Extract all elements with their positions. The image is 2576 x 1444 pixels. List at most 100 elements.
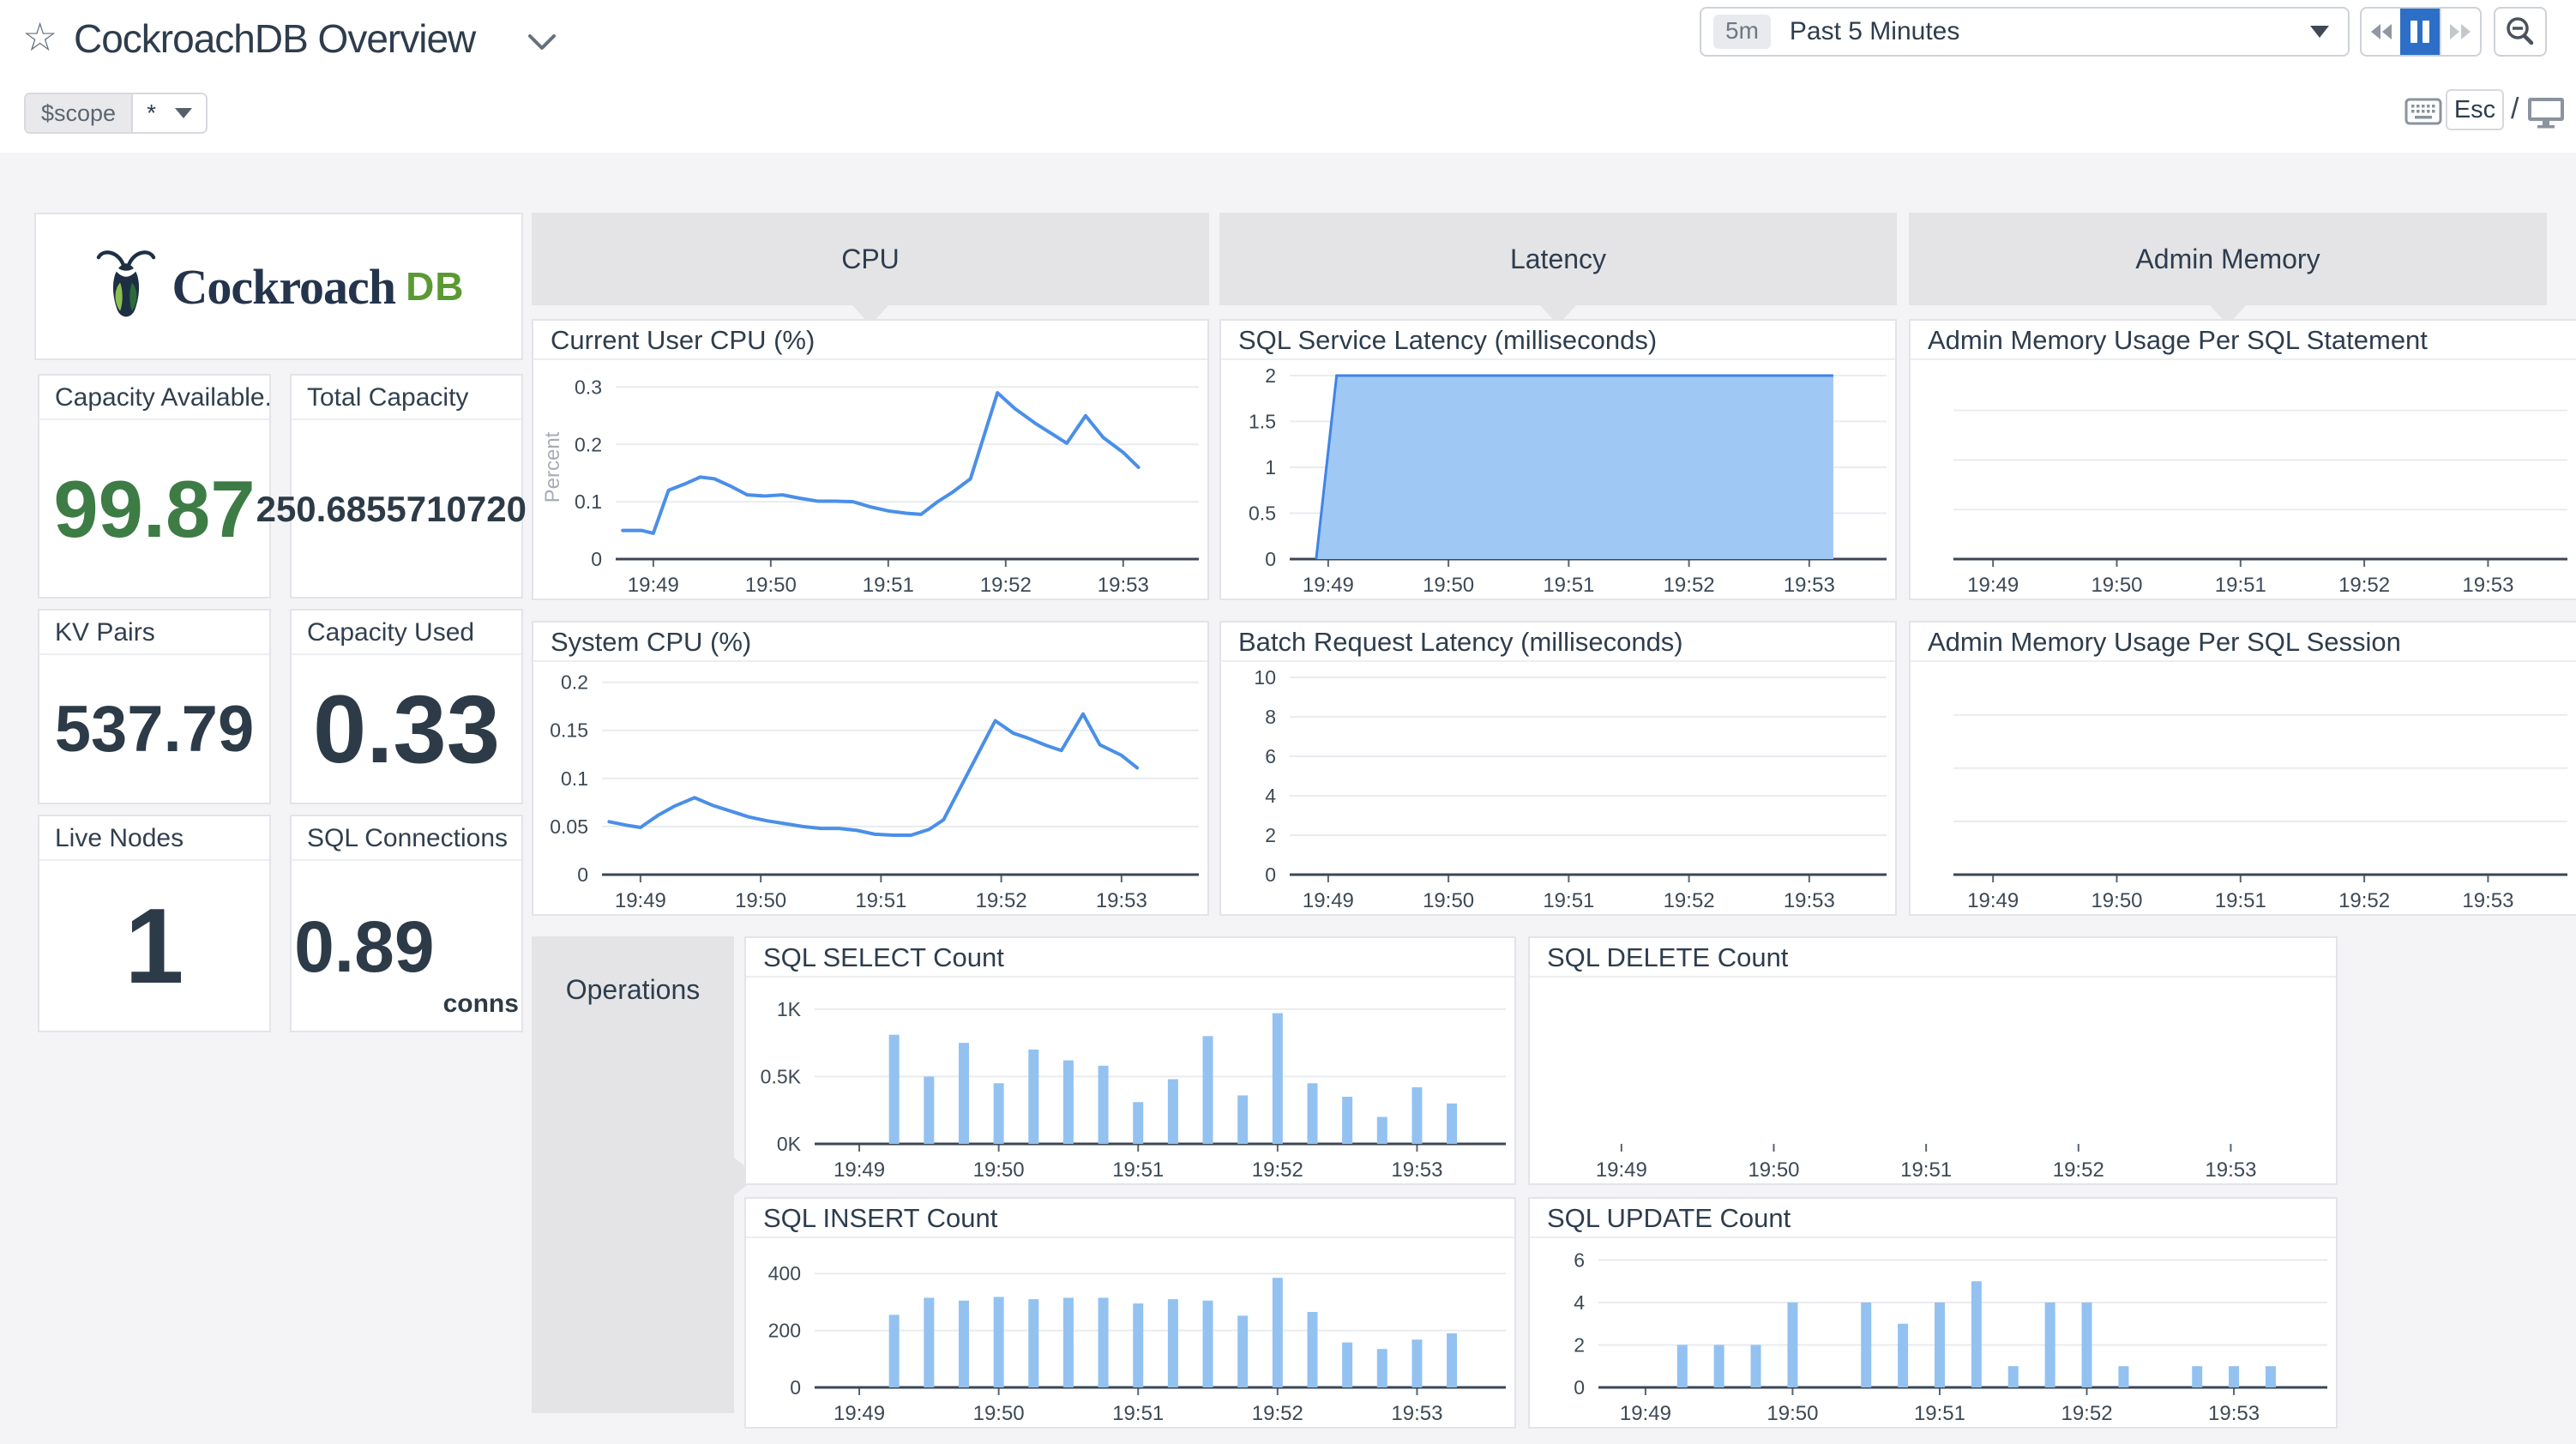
stat-value: 0.33 (313, 676, 500, 783)
svg-text:19:53: 19:53 (2205, 1158, 2256, 1182)
svg-text:0.1: 0.1 (561, 767, 588, 790)
group-header-operations[interactable]: Operations (532, 936, 734, 1413)
svg-text:19:52: 19:52 (1664, 889, 1715, 912)
chart-batch-request-latency[interactable]: Batch Request Latency (milliseconds) 0 2 4… (1219, 621, 1897, 916)
svg-text:19:49: 19:49 (1620, 1402, 1671, 1425)
group-header-admin-memory[interactable]: Admin Memory (1909, 213, 2547, 305)
chart-title: SQL DELETE Count (1530, 938, 2336, 978)
stat-capacity-used[interactable]: Capacity Used 0.33 (290, 609, 523, 804)
chart-plot: 0 2 4 6 19:49 19:50 19:51 19:52 19:53 (1530, 1240, 2336, 1427)
stat-kv-pairs[interactable]: KV Pairs 537.79 (38, 609, 271, 804)
svg-text:0.2: 0.2 (561, 671, 588, 694)
chart-sql-service-latency[interactable]: SQL Service Latency (milliseconds) 0 0.5 1… (1219, 319, 1897, 600)
chart-plot: 0 0.1 0.2 0.3 19:49 19:50 19:51 19:52 19:53 Perce… (533, 362, 1207, 599)
svg-text:19:52: 19:52 (976, 889, 1027, 912)
svg-text:19:49: 19:49 (1596, 1158, 1647, 1182)
svg-text:6: 6 (1574, 1248, 1585, 1271)
svg-text:19:51: 19:51 (855, 889, 906, 912)
svg-text:19:49: 19:49 (1303, 574, 1354, 597)
scope-template-variable[interactable]: $scope * (24, 93, 208, 134)
svg-text:19:53: 19:53 (1391, 1158, 1442, 1182)
scope-label: $scope (26, 94, 132, 132)
time-range-picker[interactable]: 5m Past 5 Minutes (1700, 7, 2350, 57)
favorite-star-icon[interactable]: ☆ (22, 14, 57, 60)
svg-text:0.5K: 0.5K (761, 1065, 802, 1087)
logo-brand-text: Cockroach (172, 258, 396, 315)
keyboard-shortcuts-icon[interactable] (2404, 98, 2442, 125)
title-chevron-down-icon[interactable] (525, 31, 559, 53)
svg-text:4: 4 (1265, 785, 1276, 807)
playback-controls (2360, 7, 2482, 57)
group-header-latency[interactable]: Latency (1219, 213, 1897, 305)
svg-text:0.15: 0.15 (550, 719, 588, 742)
dashboard: ☆ CockroachDB Overview 5m Past 5 Minutes (0, 0, 2576, 1444)
svg-text:19:49: 19:49 (1967, 574, 2019, 597)
chart-title: Current User CPU (%) (533, 321, 1207, 360)
stat-live-nodes[interactable]: Live Nodes 1 (38, 815, 271, 1032)
svg-text:0.1: 0.1 (575, 490, 602, 513)
svg-text:200: 200 (768, 1320, 801, 1342)
esc-button[interactable]: Esc (2446, 89, 2504, 130)
chart-sql-update-count[interactable]: SQL UPDATE Count 0 2 4 6 19:49 19:50 19:51 19:5… (1528, 1197, 2338, 1429)
page-title[interactable]: CockroachDB Overview (74, 15, 476, 62)
svg-text:19:49: 19:49 (1967, 889, 2019, 912)
svg-text:19:51: 19:51 (2215, 574, 2266, 597)
svg-text:19:51: 19:51 (1914, 1402, 1965, 1425)
stat-value: 99.87 (53, 464, 256, 554)
svg-text:4: 4 (1574, 1291, 1585, 1314)
svg-text:0: 0 (790, 1376, 801, 1399)
svg-text:0: 0 (1265, 863, 1276, 886)
group-header-cpu[interactable]: CPU (532, 213, 1209, 305)
svg-text:19:50: 19:50 (973, 1158, 1025, 1182)
stat-value: 1 (124, 887, 184, 1006)
group-label: CPU (841, 243, 900, 274)
chart-plot: 19:49 19:50 19:51 19:52 19:53 (1911, 362, 2576, 599)
stat-value: 0.89 (294, 906, 435, 987)
group-label: Operations (565, 974, 701, 1005)
svg-text:19:53: 19:53 (2462, 889, 2513, 912)
svg-text:19:49: 19:49 (615, 889, 666, 912)
pause-icon (2410, 21, 2417, 43)
stat-capacity-available[interactable]: Capacity Available... 99.87 (38, 374, 271, 599)
svg-text:19:52: 19:52 (2338, 574, 2390, 597)
svg-text:1K: 1K (777, 998, 802, 1020)
chart-title: Batch Request Latency (milliseconds) (1221, 623, 1895, 662)
scope-value-select[interactable]: * (131, 94, 206, 132)
svg-text:19:50: 19:50 (735, 889, 786, 912)
stat-unit: conns (442, 990, 519, 1018)
fullscreen-monitor-icon[interactable] (2526, 96, 2566, 129)
svg-text:400: 400 (768, 1262, 801, 1285)
group-label: Admin Memory (2135, 243, 2320, 274)
svg-text:0: 0 (1574, 1376, 1585, 1399)
svg-text:2: 2 (1265, 824, 1276, 846)
chart-title: SQL INSERT Count (746, 1199, 1514, 1238)
zoom-out-button[interactable] (2494, 7, 2547, 57)
cockroachdb-logo-card: Cockroach DB (34, 213, 523, 360)
chart-system-cpu[interactable]: System CPU (%) 0 0.05 0.1 0.15 0.2 19:49 19:50… (532, 621, 1209, 916)
rewind-button[interactable] (2362, 9, 2400, 55)
chart-plot: 0 200 400 19:49 19:50 19:51 19:52 19:53 (746, 1240, 1514, 1427)
chart-plot: 0 2 4 6 8 10 19:49 19:50 19:51 19:52 19:53 (1221, 664, 1895, 914)
chart-plot: 19:49 19:50 19:51 19:52 19:53 (1911, 664, 2576, 914)
svg-text:2: 2 (1574, 1333, 1585, 1356)
pause-button[interactable] (2400, 9, 2440, 55)
chart-plot: 19:49 19:50 19:51 19:52 19:53 (1530, 979, 2336, 1183)
svg-text:19:53: 19:53 (1391, 1402, 1442, 1425)
chart-admin-memory-per-statement[interactable]: Admin Memory Usage Per SQL Statement 19:… (1909, 319, 2576, 600)
svg-text:19:53: 19:53 (1098, 574, 1149, 597)
svg-text:19:53: 19:53 (1784, 574, 1835, 597)
chart-current-user-cpu[interactable]: Current User CPU (%) 0 0.1 0.2 0.3 19:49 19:5… (532, 319, 1209, 600)
chart-sql-insert-count[interactable]: SQL INSERT Count 0 200 400 19:49 19:50 19:51 1… (744, 1197, 1516, 1429)
svg-text:19:52: 19:52 (2061, 1402, 2112, 1425)
svg-text:0.5: 0.5 (1249, 502, 1276, 525)
fast-forward-button[interactable] (2439, 9, 2480, 55)
chart-sql-delete-count[interactable]: SQL DELETE Count 19:49 19:50 19:51 19:52 19:… (1528, 936, 2338, 1185)
chart-sql-select-count[interactable]: SQL SELECT Count 0K 0.5K 1K 19:49 19:50 19:51… (744, 936, 1516, 1185)
chart-plot: 0 0.5 1 1.5 2 19:49 19:50 19:51 19:52 19:53 (1221, 362, 1895, 599)
svg-text:19:52: 19:52 (1252, 1158, 1303, 1182)
chart-admin-memory-per-session[interactable]: Admin Memory Usage Per SQL Session 19:49… (1909, 621, 2576, 916)
stat-sql-connections[interactable]: SQL Connections 0.89 conns (290, 815, 523, 1032)
svg-text:0K: 0K (777, 1133, 802, 1155)
stat-total-capacity[interactable]: Total Capacity 250.6855710720 GB (256, 374, 557, 599)
stat-title: KV Pairs (39, 611, 269, 655)
